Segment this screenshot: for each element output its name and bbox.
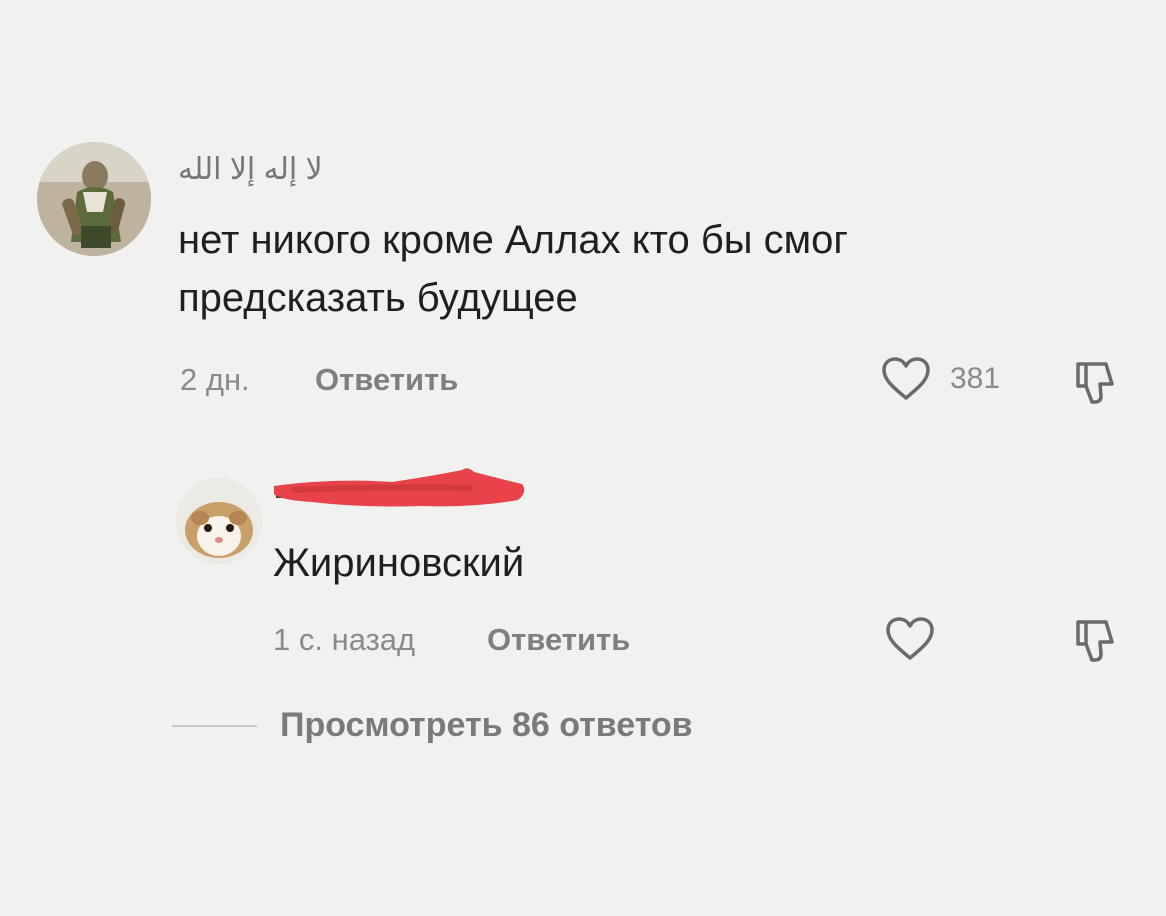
comment-text-line-2: предсказать будущее: [178, 276, 578, 320]
heart-outline-icon[interactable]: [880, 356, 932, 402]
like-count: 381: [950, 362, 1001, 395]
comment-username[interactable]: لا إله إلا الله: [178, 152, 323, 187]
reply-avatar-image: [176, 478, 262, 564]
comment-text-line-1: нет никого кроме Аллах кто бы смог: [178, 218, 848, 262]
avatar[interactable]: [37, 142, 151, 256]
reply-timestamp: 1 с. назад: [273, 622, 416, 657]
reply-avatar[interactable]: [176, 478, 262, 564]
redacted-username: [272, 466, 528, 518]
thumbs-down-icon[interactable]: [1070, 358, 1120, 408]
view-replies-button[interactable]: Просмотреть 86 ответов: [280, 706, 693, 745]
view-replies-divider: [172, 725, 257, 727]
thumbs-down-icon[interactable]: [1070, 616, 1120, 666]
reply-text: Жириновский: [273, 541, 525, 585]
reply-button[interactable]: Ответить: [315, 362, 458, 398]
heart-outline-icon[interactable]: [884, 616, 936, 662]
avatar-image: [37, 142, 151, 256]
comment-timestamp: 2 дн.: [180, 362, 250, 397]
reply-reply-button[interactable]: Ответить: [487, 622, 630, 658]
